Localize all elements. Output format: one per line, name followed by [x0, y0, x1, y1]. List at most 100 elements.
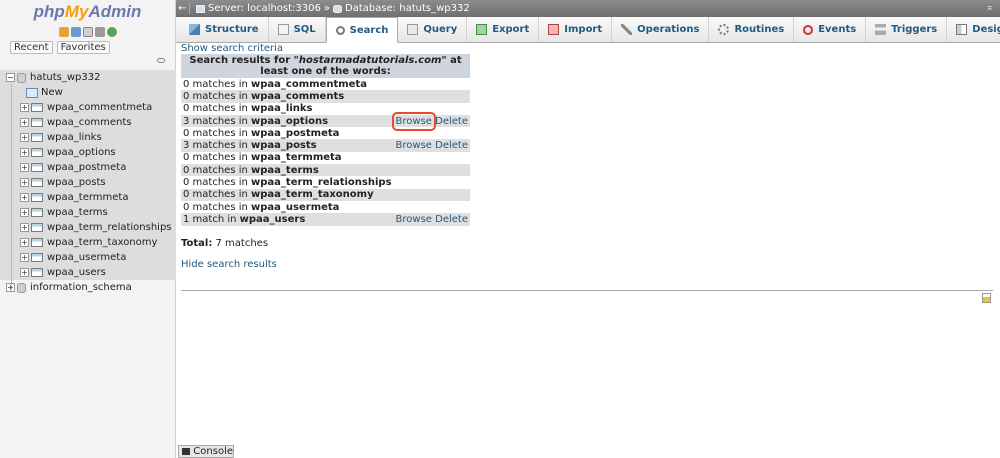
tab-structure[interactable]: Structure: [180, 17, 269, 42]
expand-icon[interactable]: +: [20, 268, 29, 277]
match-count: 0 matches in: [183, 103, 248, 115]
table-name: wpaa_comments: [251, 90, 345, 102]
tree-table-item[interactable]: + wpaa_users: [0, 265, 176, 280]
tree-db-hatuts[interactable]: − hatuts_wp332: [0, 70, 176, 85]
result-actions: Browse Delete: [393, 213, 470, 226]
expand-icon[interactable]: +: [20, 193, 29, 202]
table-name: wpaa_usermeta: [251, 201, 340, 213]
database-icon: [17, 72, 26, 83]
result-summary: 3 matches in wpaa_posts: [181, 139, 394, 152]
tab-triggers[interactable]: Triggers: [866, 17, 948, 42]
settings-icon[interactable]: [94, 27, 105, 37]
collapse-icon[interactable]: −: [6, 73, 15, 82]
expand-icon[interactable]: +: [20, 223, 29, 232]
collapse-top-icon[interactable]: ⌅: [986, 2, 994, 13]
breadcrumb-server[interactable]: Server: localhost:3306: [208, 3, 321, 14]
tree-table-item[interactable]: + wpaa_commentmeta: [0, 100, 176, 115]
result-summary: 0 matches in wpaa_usermeta: [181, 200, 394, 214]
reload-icon[interactable]: [106, 27, 117, 37]
tree-table-item[interactable]: + wpaa_postmeta: [0, 160, 176, 175]
expand-icon[interactable]: +: [20, 178, 29, 187]
tree-table-item[interactable]: + wpaa_comments: [0, 115, 176, 130]
expand-icon[interactable]: +: [20, 253, 29, 262]
home-icon[interactable]: [58, 27, 69, 37]
result-actions: [393, 151, 470, 165]
phpmyadmin-logo[interactable]: phpMyAdmin: [0, 0, 175, 24]
browse-button[interactable]: Browse: [391, 111, 436, 131]
docs-icon[interactable]: [82, 27, 93, 37]
tab-query[interactable]: Query: [398, 17, 468, 42]
delete-button[interactable]: Delete: [435, 214, 468, 225]
sql-query-box-icon[interactable]: [982, 293, 991, 303]
table-name: wpaa_termmeta: [251, 152, 342, 164]
table-icon: [31, 253, 43, 262]
expand-icon[interactable]: +: [20, 238, 29, 247]
expand-icon[interactable]: +: [20, 118, 29, 127]
result-row: 0 matches in wpaa_postmeta: [181, 127, 470, 140]
favorites-tab[interactable]: Favorites: [56, 40, 110, 54]
table-icon: [31, 178, 43, 187]
result-row: 0 matches in wpaa_termmeta: [181, 151, 470, 165]
expand-icon[interactable]: +: [20, 148, 29, 157]
expand-icon[interactable]: +: [20, 133, 29, 142]
delete-button[interactable]: Delete: [435, 140, 468, 151]
result-row: 1 match in wpaa_users Browse Delete: [181, 213, 470, 226]
result-summary: 1 match in wpaa_users: [181, 213, 394, 226]
tree-table-item[interactable]: + wpaa_posts: [0, 175, 176, 190]
tab-operations[interactable]: Operations: [612, 17, 710, 42]
table-icon: [31, 148, 43, 157]
recent-tab[interactable]: Recent: [10, 40, 53, 54]
breadcrumb-database[interactable]: Database: hatuts_wp332: [345, 3, 470, 14]
table-icon: [31, 238, 43, 247]
tab-sql[interactable]: SQL: [269, 17, 326, 42]
logout-icon[interactable]: [70, 27, 81, 37]
tree-table-item[interactable]: + wpaa_terms: [0, 205, 176, 220]
show-search-criteria-link[interactable]: Show search criteria: [181, 43, 283, 54]
tree-table-item[interactable]: + wpaa_options: [0, 145, 176, 160]
tree-db-information-schema[interactable]: + information_schema: [0, 280, 176, 295]
tab-export[interactable]: Export: [467, 17, 540, 42]
match-count: 0 matches in: [183, 189, 248, 201]
operations-icon: [621, 24, 633, 35]
nav-tabs: Recent Favorites: [0, 40, 175, 54]
collapse-nav-icon[interactable]: ←: [176, 3, 190, 14]
console-toggle[interactable]: Console: [178, 445, 234, 458]
hide-search-results-link[interactable]: Hide search results: [181, 259, 277, 270]
result-row: 0 matches in wpaa_term_taxonomy: [181, 188, 470, 201]
tree-table-item[interactable]: + wpaa_usermeta: [0, 250, 176, 265]
table-name: wpaa_term_relationships: [251, 177, 392, 189]
tab-import[interactable]: Import: [539, 17, 613, 42]
tab-designer[interactable]: Designer: [947, 17, 1000, 42]
match-count: 0 matches in: [183, 127, 248, 139]
result-summary: 0 matches in wpaa_term_relationships: [181, 176, 394, 189]
nav-icon-bar: [0, 24, 175, 40]
expand-icon[interactable]: +: [20, 163, 29, 172]
result-row: 0 matches in wpaa_comments: [181, 90, 470, 103]
link-with-main-icon[interactable]: [157, 58, 165, 63]
tree-table-item[interactable]: + wpaa_term_taxonomy: [0, 235, 176, 250]
result-row: 0 matches in wpaa_links: [181, 102, 470, 115]
tree-table-item[interactable]: + wpaa_links: [0, 130, 176, 145]
delete-button[interactable]: Delete: [435, 116, 468, 127]
match-count: 3 matches in: [183, 140, 248, 152]
expand-icon[interactable]: +: [20, 208, 29, 217]
table-name: wpaa_terms: [251, 164, 319, 176]
result-actions: [393, 78, 470, 91]
tree-table-item[interactable]: + wpaa_termmeta: [0, 190, 176, 205]
browse-button[interactable]: Browse: [396, 214, 432, 225]
tree-table-item[interactable]: + wpaa_term_relationships: [0, 220, 176, 235]
tab-events[interactable]: Events: [794, 17, 867, 42]
console-icon: [182, 448, 191, 455]
tree-item-new[interactable]: New: [0, 85, 176, 100]
new-table-icon: [26, 87, 38, 98]
breadcrumb-bar: ← Server: localhost:3306 » Database: hat…: [176, 0, 1000, 17]
result-row: 0 matches in wpaa_commentmeta: [181, 78, 470, 91]
table-icon: [31, 268, 43, 277]
tab-search[interactable]: Search: [325, 17, 399, 43]
browse-button[interactable]: Browse: [396, 140, 432, 151]
table-name: wpaa_term_taxonomy: [251, 189, 374, 201]
result-actions: [393, 90, 470, 103]
expand-icon[interactable]: +: [20, 103, 29, 112]
database-icon: [17, 282, 26, 293]
tab-routines[interactable]: Routines: [709, 17, 795, 42]
